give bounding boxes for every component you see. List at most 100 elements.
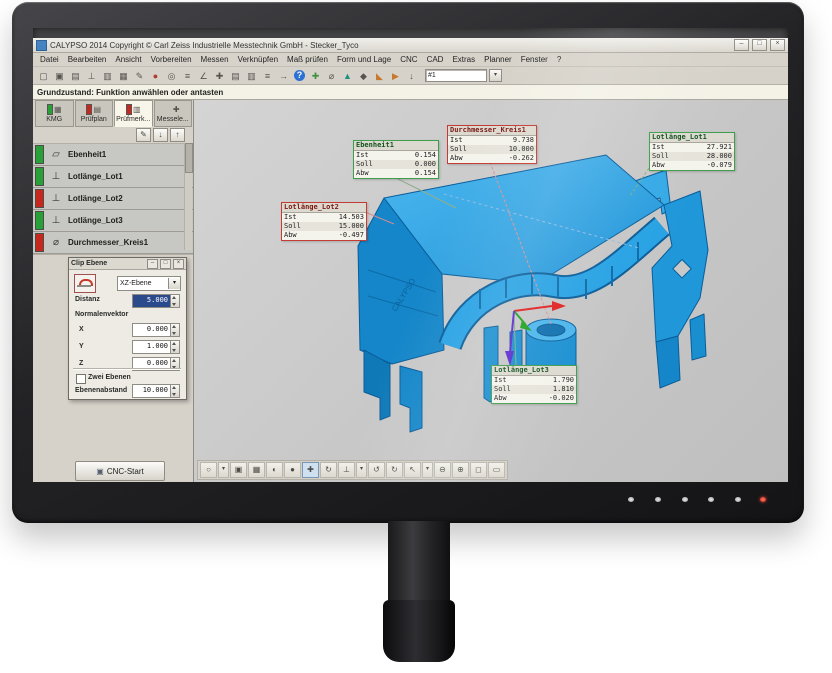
dialog-title-bar[interactable]: Clip Ebene – □ × [69,258,186,270]
help-icon[interactable]: ? [294,70,305,81]
menu-masspruefen[interactable]: Maß prüfen [283,55,332,64]
pointer-dropdown-icon[interactable]: ▾ [422,462,433,478]
zoom-out-icon[interactable]: ⊖ [434,462,451,478]
monitor-button-5[interactable] [735,497,741,502]
y-field[interactable]: 1.000 [132,340,180,354]
cad-view[interactable]: CALYPSO [194,100,788,482]
maximize-button[interactable]: □ [752,39,767,51]
minimize-button[interactable]: – [734,39,749,51]
run-icon[interactable]: ▶ [388,69,403,83]
geometry-select-icon[interactable]: ○ [200,462,217,478]
annotation-ebenheit1[interactable]: Ebenheit1 Ist0.154 Soll0.000 Abw0.154 [353,140,439,179]
scrollbar-thumb[interactable] [185,143,193,173]
menu-verknuepfen[interactable]: Verknüpfen [234,55,282,64]
menu-form-und-lage[interactable]: Form und Lage [333,55,395,64]
menu-vorbereiten[interactable]: Vorbereiten [147,55,196,64]
pointer-icon[interactable]: ↖ [404,462,421,478]
solid-view-icon[interactable]: ● [284,462,301,478]
ebenenabstand-spinner[interactable] [170,385,179,397]
search-icon[interactable]: ◎ [164,69,179,83]
exit-icon[interactable]: ↓ [404,69,419,83]
x-field[interactable]: 0.000 [132,323,180,337]
angle-icon[interactable]: ∠ [196,69,211,83]
save-icon[interactable]: ▤ [68,69,83,83]
tab-kmg[interactable]: ▦ KMG [35,100,74,127]
list-item-lotlaenge-lot2[interactable]: ⊥ Lotlänge_Lot2 [33,188,193,210]
cad-icon[interactable]: ▲ [340,69,355,83]
annotation-lotlaenge-lot2[interactable]: Lotlänge_Lot2 Ist14.503 Soll15.000 Abw-0… [281,202,367,241]
crosshair-icon[interactable]: ✚ [212,69,227,83]
close-button[interactable]: × [770,39,785,51]
x-spinner[interactable] [170,324,179,336]
move-down-icon[interactable]: ↓ [153,128,168,142]
menu-ansicht[interactable]: Ansicht [111,55,145,64]
flag-icon[interactable]: ◣ [372,69,387,83]
menu-messen[interactable]: Messen [197,55,233,64]
move-up-icon[interactable]: ↑ [170,128,185,142]
zwei-ebenen-checkbox[interactable] [76,374,86,384]
list-icon[interactable]: ≡ [260,69,275,83]
y-spinner[interactable] [170,341,179,353]
list-item-durchmesser-kreis1[interactable]: ⌀ Durchmesser_Kreis1 [33,232,193,254]
probe-dropdown-icon[interactable]: ▾ [356,462,367,478]
monitor-button-2[interactable] [655,497,661,502]
fit-view-icon[interactable]: ▭ [488,462,505,478]
base-system-combo[interactable]: #1 [425,69,487,82]
tools-icon[interactable]: ◆ [356,69,371,83]
tab-pruefmerkmale[interactable]: ▥ Prüfmerk... [114,100,153,127]
monitor-button-4[interactable] [708,497,714,502]
menu-fenster[interactable]: Fenster [517,55,552,64]
chevron-down-icon[interactable]: ▾ [168,278,180,289]
clip-plane-icon[interactable] [74,274,96,293]
send-icon[interactable]: → [276,69,291,83]
stylus-icon[interactable]: ✎ [132,69,147,83]
ebenenabstand-field[interactable]: 10.000 [132,384,180,398]
tab-pruefplan[interactable]: ▤ Prüfplan [75,100,114,127]
probe-add-icon[interactable]: ✚ [308,69,323,83]
menu-hilfe[interactable]: ? [553,55,565,64]
edit-icon[interactable]: ✎ [136,128,151,142]
cnc-start-button[interactable]: ▣ CNC-Start [75,461,165,481]
dialog-close-button[interactable]: × [173,259,184,269]
menu-planner[interactable]: Planner [480,55,516,64]
rotate-ccw-icon[interactable]: ↺ [368,462,385,478]
distanz-field[interactable]: 5.000 [132,294,180,308]
menu-datei[interactable]: Datei [36,55,63,64]
paste-icon[interactable]: ▦ [116,69,131,83]
dialog-maximize-button[interactable]: □ [160,259,171,269]
menu-cnc[interactable]: CNC [396,55,421,64]
annotation-lotlaenge-lot3[interactable]: Lotlänge_Lot3 Ist1.790 Soll1.810 Abw-0.0… [491,365,577,404]
features-icon[interactable]: ≡ [180,69,195,83]
list-item-ebenheit1[interactable]: ▱ Ebenheit1 [33,144,193,166]
plane-select[interactable]: XZ-Ebene ▾ [117,276,181,291]
dialog-minimize-button[interactable]: – [147,259,158,269]
protocol-icon[interactable]: ▥ [244,69,259,83]
shaded-view-icon[interactable]: ◐ [266,462,283,478]
rotate-view-icon[interactable]: ↻ [320,462,337,478]
stop-icon[interactable]: ● [148,69,163,83]
monitor-button-3[interactable] [682,497,688,502]
rotate-cw-icon[interactable]: ↻ [386,462,403,478]
zoom-window-icon[interactable]: ◻ [470,462,487,478]
distanz-spinner[interactable] [170,295,179,307]
probe-view-icon[interactable]: ⊥ [338,462,355,478]
menu-bearbeiten[interactable]: Bearbeiten [64,55,111,64]
annotation-lotlaenge-lot1[interactable]: Lotlänge_Lot1 Ist27.921 Soll28.000 Abw-0… [649,132,735,171]
list-item-lotlaenge-lot1[interactable]: ⊥ Lotlänge_Lot1 [33,166,193,188]
new-icon[interactable]: ▢ [36,69,51,83]
labels-all-icon[interactable]: ▦ [248,462,265,478]
list-item-lotlaenge-lot3[interactable]: ⊥ Lotlänge_Lot3 [33,210,193,232]
monitor-button-1[interactable] [628,497,634,502]
annotation-durchmesser-kreis1[interactable]: Durchmesser_Kreis1 Ist9.738 Soll10.000 A… [447,125,537,164]
menu-extras[interactable]: Extras [448,55,479,64]
sidebar-scrollbar[interactable] [184,143,192,250]
tab-messelemente[interactable]: ✚ Messele... [154,100,193,127]
open-icon[interactable]: ▣ [52,69,67,83]
zoom-in-icon[interactable]: ⊕ [452,462,469,478]
pan-icon[interactable]: ✚ [302,462,319,478]
probe-icon[interactable]: ⊥ [84,69,99,83]
labels-icon[interactable]: ▣ [230,462,247,478]
menu-cad[interactable]: CAD [423,55,448,64]
measure-icon[interactable]: ⌀ [324,69,339,83]
geometry-dropdown-icon[interactable]: ▾ [218,462,229,478]
